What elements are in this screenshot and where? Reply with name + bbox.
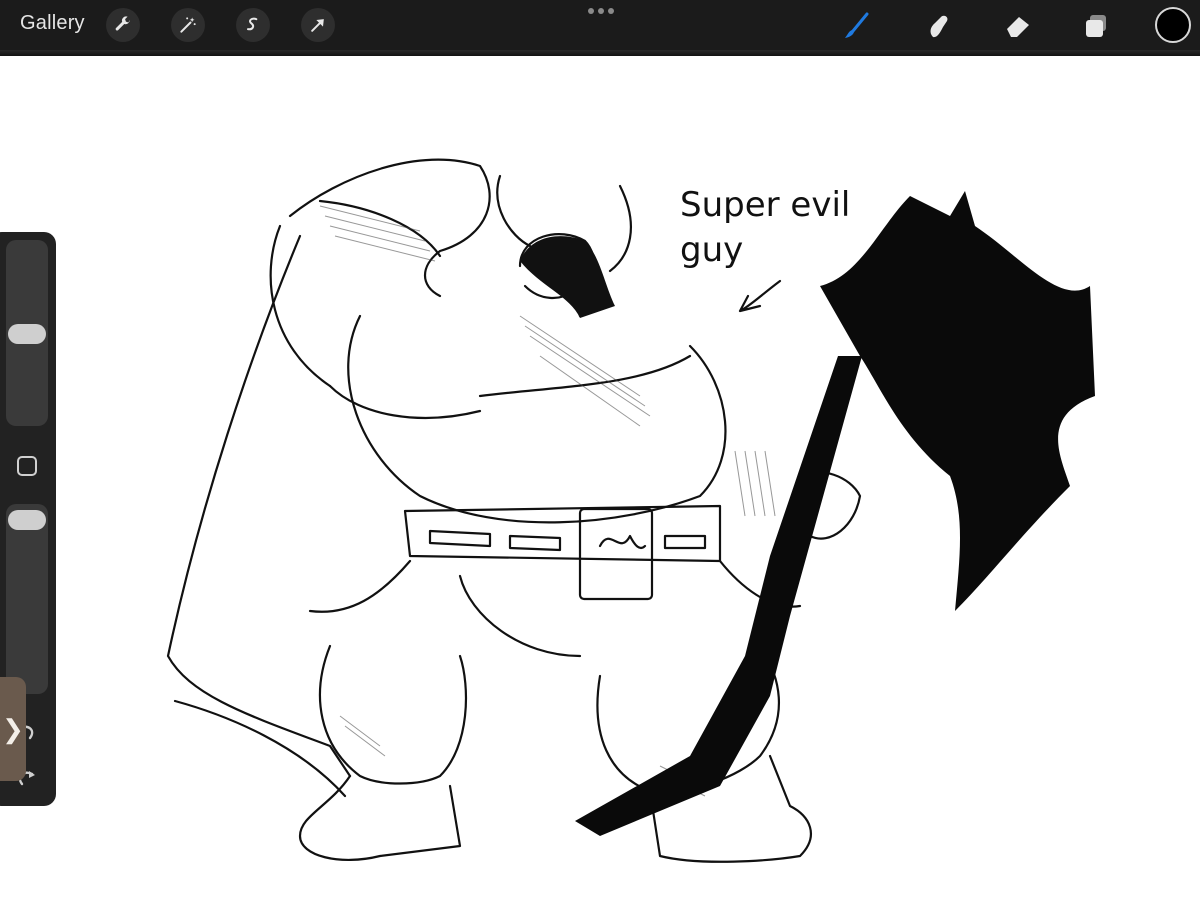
dot <box>588 8 594 14</box>
actions-wrench-button[interactable] <box>106 8 140 42</box>
selection-button[interactable] <box>236 8 270 42</box>
opacity-thumb[interactable] <box>8 510 46 530</box>
smudge-icon <box>930 15 948 38</box>
sidebar-collapse-tab[interactable]: ❯ <box>0 677 26 781</box>
magic-wand-icon <box>180 17 196 33</box>
gallery-button[interactable]: Gallery <box>20 12 85 35</box>
dot <box>598 8 604 14</box>
transform-button[interactable] <box>301 8 335 42</box>
selection-icon <box>247 17 258 31</box>
eraser-icon <box>1007 17 1029 37</box>
color-picker-button[interactable] <box>1155 7 1191 43</box>
top-toolbar: Gallery <box>0 0 1200 56</box>
opacity-slider[interactable] <box>6 504 48 694</box>
sketch-artwork: Super evil guy <box>166 158 1095 863</box>
chevron-right-icon: ❯ <box>2 713 24 744</box>
paint-brush-button[interactable] <box>838 8 874 44</box>
eraser-button[interactable] <box>1000 8 1036 44</box>
modify-button[interactable] <box>17 456 37 476</box>
brush-size-slider[interactable] <box>6 240 48 426</box>
annotation-text-line1: Super evil <box>680 185 850 225</box>
transform-arrow-icon <box>311 19 324 32</box>
dot <box>608 8 614 14</box>
wrench-icon <box>115 16 130 31</box>
layers-button[interactable] <box>1078 8 1114 44</box>
smudge-button[interactable] <box>920 8 956 44</box>
brush-icon <box>845 12 869 38</box>
drawing-canvas[interactable]: Super evil guy <box>0 56 1200 900</box>
more-options-dots[interactable] <box>588 8 614 14</box>
adjustments-button[interactable] <box>171 8 205 42</box>
brush-size-thumb[interactable] <box>8 324 46 344</box>
annotation-text-line2: guy <box>680 230 743 270</box>
layers-icon <box>1086 15 1106 37</box>
